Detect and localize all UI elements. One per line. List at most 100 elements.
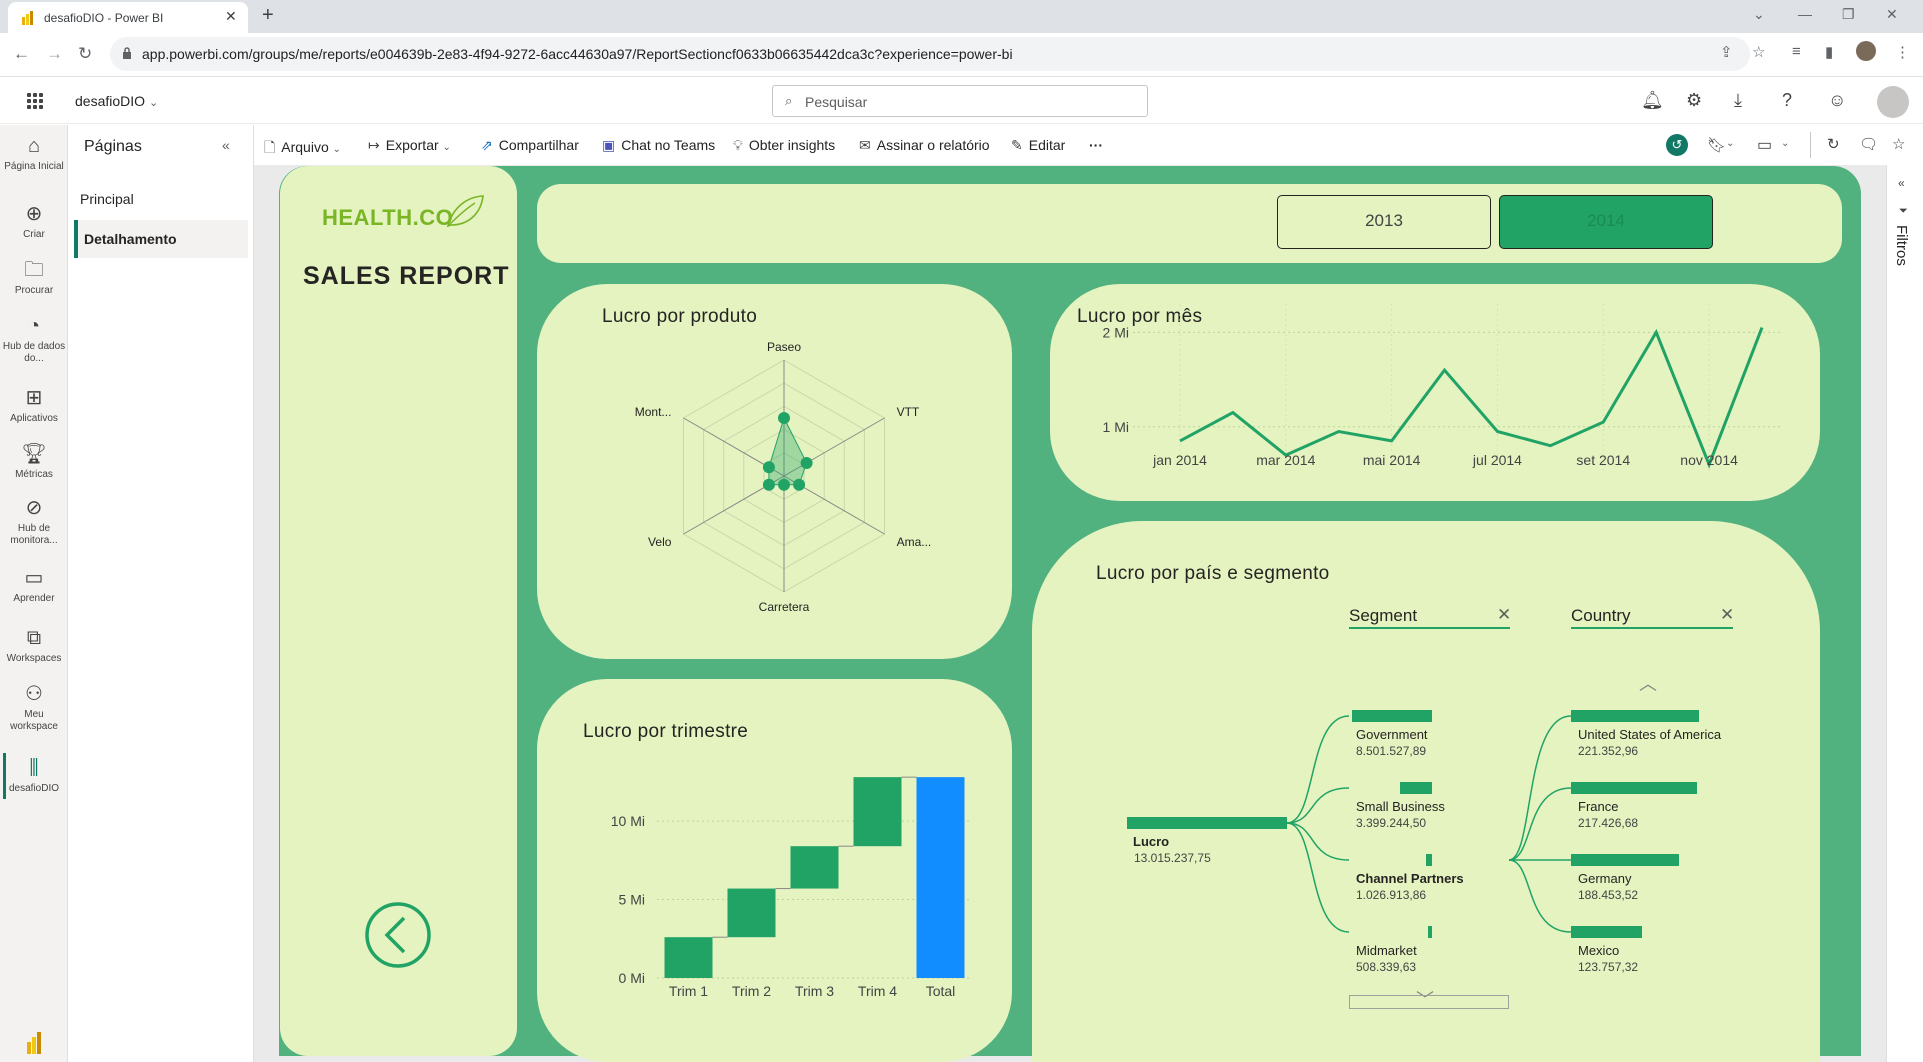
nav-my-workspace[interactable]: ⚇ Meu workspace bbox=[0, 683, 68, 733]
url-text: app.powerbi.com/groups/me/reports/e00463… bbox=[142, 46, 1013, 62]
filters-pane[interactable] bbox=[1886, 165, 1923, 1062]
nav-home[interactable]: ⌂ Página Inicial bbox=[0, 135, 68, 173]
segment-bar[interactable] bbox=[1352, 710, 1432, 722]
year-2014-button[interactable]: 2014 bbox=[1499, 195, 1713, 249]
segment-label: Midmarket bbox=[1356, 943, 1417, 958]
view-icon[interactable]: ▭ bbox=[1757, 135, 1772, 155]
line-x-tick: mar 2014 bbox=[1256, 452, 1315, 468]
waterfall-bar bbox=[727, 888, 776, 938]
segment-value: 508.339,63 bbox=[1356, 960, 1417, 974]
root-bar[interactable] bbox=[1127, 817, 1287, 829]
side-panel-icon[interactable]: ▮ bbox=[1825, 43, 1833, 61]
nav-workspaces[interactable]: ⧉ Workspaces bbox=[0, 627, 68, 665]
segment-label: Small Business bbox=[1356, 799, 1445, 814]
radar-category-label: Mont... bbox=[635, 405, 672, 419]
minimize-icon[interactable]: — bbox=[1798, 6, 1812, 22]
feedback-smiley-icon[interactable]: ☺ bbox=[1828, 90, 1846, 111]
search-input[interactable]: ⌕ Pesquisar bbox=[772, 85, 1148, 117]
browser-menu-icon[interactable]: ⋮ bbox=[1895, 43, 1910, 61]
download-icon[interactable]: ⤓ bbox=[1734, 90, 1742, 111]
refresh-icon[interactable]: ↻ bbox=[1827, 135, 1840, 153]
waterfall-bar bbox=[664, 937, 713, 978]
restore-icon[interactable]: ❐ bbox=[1842, 6, 1855, 23]
nav-apps[interactable]: ⊞ Aplicativos bbox=[0, 387, 68, 425]
collapse-pages-icon[interactable]: « bbox=[222, 137, 230, 153]
comment-icon[interactable]: 🗨︎ bbox=[1859, 135, 1878, 153]
segment-label: Government bbox=[1356, 727, 1428, 742]
country-connector bbox=[1508, 715, 1572, 861]
line-gridlines bbox=[1133, 304, 1780, 474]
tab-close-icon[interactable]: ✕ bbox=[225, 8, 237, 25]
workspace-name[interactable]: desafioDIO ⌄ bbox=[75, 93, 158, 109]
waterfall-x-tick: Trim 4 bbox=[858, 983, 897, 999]
profile-avatar[interactable] bbox=[1856, 41, 1876, 61]
nav-desafiodio[interactable]: ⫼ desafioDIO bbox=[0, 757, 68, 795]
waterfall-bars bbox=[664, 776, 965, 978]
notifications-bell-icon[interactable]: 🔔︎ bbox=[1641, 90, 1664, 111]
lightbulb-icon: 💡︎ bbox=[733, 137, 743, 153]
reload-icon[interactable]: ↻ bbox=[78, 44, 92, 64]
bookmark-chevron-icon[interactable]: ⌄ bbox=[1726, 138, 1734, 149]
arquivo-menu[interactable]: 🗋 Arquivo ⌄ bbox=[264, 137, 341, 161]
settings-gear-icon[interactable]: ⚙ bbox=[1686, 90, 1702, 111]
teams-chat-button[interactable]: ▣ Chat no Teams bbox=[602, 137, 715, 154]
nav-create[interactable]: ⊕ Criar bbox=[0, 203, 68, 241]
segment-value: 8.501.527,89 bbox=[1356, 744, 1427, 758]
nav-data-hub[interactable]: ◔ Hub de dados do... bbox=[0, 315, 68, 365]
nav-monitoring-hub[interactable]: ⊘ Hub de monitora... bbox=[0, 497, 68, 547]
country-connector bbox=[1508, 859, 1572, 933]
line-x-tick: jul 2014 bbox=[1472, 452, 1522, 468]
forward-arrow-icon[interactable]: → bbox=[46, 44, 63, 64]
expand-filters-icon[interactable]: « bbox=[1898, 176, 1905, 190]
more-options-icon[interactable]: ··· bbox=[1089, 137, 1103, 153]
nav-metrics[interactable]: 🏆︎ Métricas bbox=[0, 443, 68, 481]
share-icon[interactable]: ⇪ bbox=[1720, 43, 1733, 61]
line-y-tick: 2 Mi bbox=[1103, 324, 1129, 340]
year-2013-button[interactable]: 2013 bbox=[1277, 195, 1491, 249]
reset-icon[interactable]: ↺ bbox=[1666, 134, 1688, 156]
app-launcher-icon[interactable] bbox=[27, 93, 43, 109]
segment-bar[interactable] bbox=[1400, 782, 1432, 794]
back-arrow-button-icon[interactable] bbox=[365, 902, 431, 968]
nav-browse[interactable]: 🗀 Procurar bbox=[0, 259, 68, 297]
tab-list-chevron-icon[interactable]: ⌄ bbox=[1753, 6, 1765, 23]
new-tab-icon[interactable]: + bbox=[262, 4, 274, 27]
book-icon: ▭ bbox=[24, 567, 44, 589]
reading-list-icon[interactable]: ≡ bbox=[1792, 43, 1801, 60]
subscribe-button[interactable]: ✉ Assinar o relatório bbox=[859, 137, 990, 154]
bookmark-icon[interactable]: 🔖︎ bbox=[1707, 136, 1726, 154]
line-chart: 1 Mi 2 Mi jan 2014 mar 2014 mai 2014 jul 2014… bbox=[1103, 304, 1780, 474]
waterfall-labels: 0 Mi 5 Mi 10 Mi Trim 1 Trim 2 Trim 3 Trim 4 Tot… bbox=[611, 813, 956, 999]
view-chevron-icon[interactable]: ⌄ bbox=[1781, 138, 1789, 149]
segment-bar[interactable] bbox=[1428, 926, 1432, 938]
segment-label: Channel Partners bbox=[1356, 871, 1464, 886]
edit-button[interactable]: ✎ Editar bbox=[1011, 137, 1065, 154]
report-icon: ⫼ bbox=[29, 757, 39, 779]
waterfall-y-tick: 0 Mi bbox=[619, 970, 645, 986]
country-bar[interactable] bbox=[1571, 782, 1697, 794]
url-field[interactable]: app.powerbi.com/groups/me/reports/e00463… bbox=[110, 37, 1750, 71]
help-icon[interactable]: ? bbox=[1782, 90, 1792, 111]
user-avatar[interactable] bbox=[1877, 86, 1909, 118]
radar-point bbox=[762, 478, 775, 491]
bookmark-star-icon[interactable]: ☆ bbox=[1752, 43, 1765, 61]
window-close-icon[interactable]: ✕ bbox=[1886, 6, 1898, 23]
page-principal[interactable]: Principal bbox=[74, 180, 248, 218]
teams-icon: ▣ bbox=[602, 137, 616, 153]
nav-learn[interactable]: ▭ Aprender bbox=[0, 567, 68, 605]
segment-value: 1.026.913,86 bbox=[1356, 888, 1427, 902]
left-nav: ⌂ Página Inicial ⊕ Criar 🗀 Procurar ◔ Hub de… bbox=[0, 125, 68, 1062]
country-bar[interactable] bbox=[1571, 926, 1642, 938]
country-bar[interactable] bbox=[1571, 710, 1699, 722]
exportar-menu[interactable]: ↦ Exportar ⌄ bbox=[368, 137, 451, 154]
insights-button[interactable]: 💡︎ Obter insights bbox=[733, 137, 835, 154]
workspaces-icon: ⧉ bbox=[26, 627, 42, 649]
tab-title: desafioDIO - Power BI bbox=[44, 11, 164, 25]
country-bar[interactable] bbox=[1571, 854, 1679, 866]
back-arrow-icon[interactable]: ← bbox=[13, 44, 30, 64]
segment-bar[interactable] bbox=[1426, 854, 1432, 866]
favorite-star-icon[interactable]: ☆ bbox=[1892, 135, 1905, 153]
browser-tab[interactable]: desafioDIO - Power BI ✕ bbox=[8, 2, 248, 33]
compartilhar-button[interactable]: ⇗ Compartilhar bbox=[481, 137, 579, 154]
page-detalhamento[interactable]: Detalhamento bbox=[74, 220, 248, 258]
